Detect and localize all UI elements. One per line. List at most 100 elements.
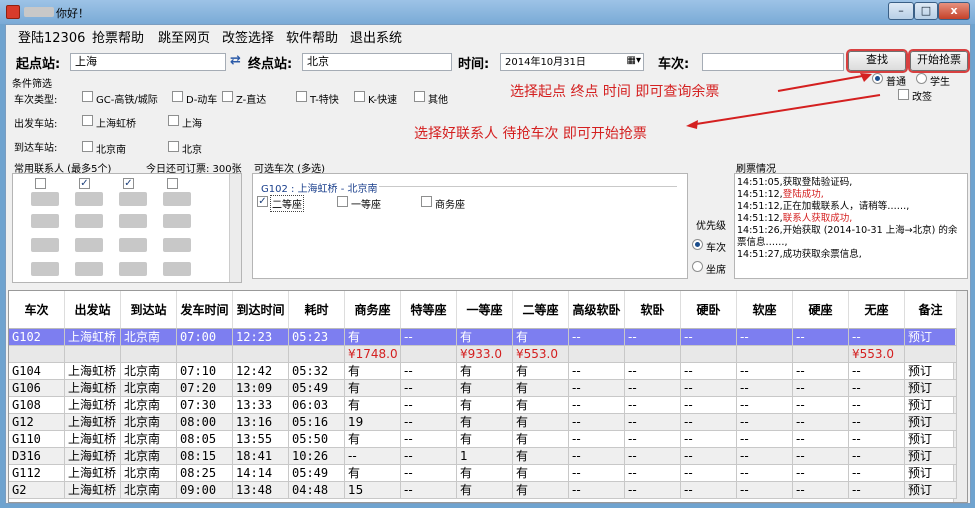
column-header[interactable]: 特等座: [401, 291, 457, 329]
student-radio[interactable]: [916, 73, 927, 84]
table-cell: 08:15: [177, 448, 233, 465]
table-cell: 10:26: [289, 448, 345, 465]
contact-name-blur: [75, 262, 103, 276]
column-header[interactable]: 软座: [737, 291, 793, 329]
table-row[interactable]: ¥1748.0 ¥933.0 ¥553.0 ¥553.0: [9, 346, 957, 363]
seat-business-label: 商务座: [435, 200, 465, 211]
contact-name-blur: [163, 262, 191, 276]
column-header[interactable]: 备注: [905, 291, 957, 329]
table-row[interactable]: G106 上海虹桥 北京南 07:20 13:09 05:49 有 -- 有有 -- -- -- -- -…: [9, 380, 957, 397]
table-row[interactable]: D316 上海虹桥 北京南 08:15 18:41 10:26 -- -- 1 有 -- -- -- --…: [9, 448, 957, 465]
table-row[interactable]: G102 上海虹桥 北京南 07:00 12:23 05:23 有 -- 有有 -- -- -- -- -…: [9, 329, 957, 346]
column-header[interactable]: 软卧: [625, 291, 681, 329]
table-cell: 有: [457, 482, 513, 499]
column-header[interactable]: 硬座: [793, 291, 849, 329]
column-header[interactable]: 到达时间: [233, 291, 289, 329]
type-t-checkbox[interactable]: [296, 91, 307, 102]
column-header[interactable]: 出发站: [65, 291, 121, 329]
priority-train-radio[interactable]: [692, 239, 703, 250]
table-cell: 07:10: [177, 363, 233, 380]
table-cell: 有: [513, 448, 569, 465]
table-cell: --: [625, 482, 681, 499]
table-cell: --: [849, 448, 905, 465]
table-cell: 北京南: [121, 363, 177, 380]
seat-second-checkbox[interactable]: ✓: [257, 196, 268, 207]
column-header[interactable]: 车次: [9, 291, 65, 329]
table-row[interactable]: G2 上海虹桥 北京南 09:00 13:48 04:48 15 -- 有有 -- -- -- -- --…: [9, 482, 957, 499]
table-cell: --: [737, 431, 793, 448]
table-cell: --: [849, 431, 905, 448]
type-other-checkbox[interactable]: [414, 91, 425, 102]
train-input[interactable]: [702, 53, 844, 71]
menu-goto-web[interactable]: 跳至网页: [158, 27, 210, 46]
log-panel: 14:51:05,获取登陆验证码, 14:51:12,登陆成功, 14:51:1…: [734, 173, 968, 279]
maximize-button[interactable]: □: [914, 2, 938, 20]
column-header[interactable]: 高级软卧: [569, 291, 625, 329]
type-gc-label: GC-高铁/城际: [96, 95, 158, 106]
table-cell: 有: [457, 363, 513, 380]
table-cell: --: [681, 380, 737, 397]
date-picker[interactable]: 2014年10月31日 ▦▾: [500, 53, 644, 71]
menu-login[interactable]: 登陆12306: [18, 27, 85, 46]
start-grab-button[interactable]: 开始抢票: [910, 51, 968, 71]
table-cell: --: [681, 329, 737, 346]
table-cell: 北京南: [121, 414, 177, 431]
table-cell: --: [401, 448, 457, 465]
table-cell: --: [737, 397, 793, 414]
table-row[interactable]: G104 上海虹桥 北京南 07:10 12:42 05:32 有 -- 有有 -- -- -- -- -…: [9, 363, 957, 380]
arrive-beijingnan-checkbox[interactable]: [82, 141, 93, 152]
menu-exit[interactable]: 退出系统: [350, 27, 402, 46]
column-header[interactable]: 商务座: [345, 291, 401, 329]
type-gc-checkbox[interactable]: [82, 91, 93, 102]
type-z-checkbox[interactable]: [222, 91, 233, 102]
minimize-button[interactable]: –: [888, 2, 914, 20]
table-cell: --: [793, 414, 849, 431]
table-cell: 13:48: [233, 482, 289, 499]
seat-first-checkbox[interactable]: [337, 196, 348, 207]
column-header[interactable]: 硬卧: [681, 291, 737, 329]
priority-title: 优先级: [696, 221, 726, 232]
priority-seat-radio[interactable]: [692, 261, 703, 272]
menu-change[interactable]: 改签选择: [222, 27, 274, 46]
arrive-beijing-checkbox[interactable]: [168, 141, 179, 152]
from-input[interactable]: 上海: [70, 53, 226, 71]
close-button[interactable]: x: [938, 2, 970, 20]
table-row[interactable]: G112 上海虹桥 北京南 08:25 14:14 05:49 有 -- 有有 -- -- -- -- -…: [9, 465, 957, 482]
table-row[interactable]: G110 上海虹桥 北京南 08:05 13:55 05:50 有 -- 有有 -- -- -- -- -…: [9, 431, 957, 448]
menu-help[interactable]: 抢票帮助: [92, 27, 144, 46]
query-button[interactable]: 查找: [848, 51, 906, 71]
column-header[interactable]: 二等座: [513, 291, 569, 329]
priority-seat-label: 坐席: [706, 265, 726, 276]
change-checkbox[interactable]: [898, 89, 909, 100]
table-cell: --: [569, 329, 625, 346]
swap-icon[interactable]: ⇄: [230, 53, 241, 68]
table-cell: --: [737, 448, 793, 465]
table-cell: 上海虹桥: [65, 465, 121, 482]
table-row[interactable]: G12 上海虹桥 北京南 08:00 13:16 05:16 19 -- 有有 -- -- -- -- -…: [9, 414, 957, 431]
column-header[interactable]: 到达站: [121, 291, 177, 329]
column-header[interactable]: 无座: [849, 291, 905, 329]
table-row[interactable]: G108 上海虹桥 北京南 07:30 13:33 06:03 有 -- 有有 -- -- -- -- -…: [9, 397, 957, 414]
depart-shanghai-checkbox[interactable]: [168, 115, 179, 126]
type-d-label: D-动车: [186, 95, 218, 106]
calendar-dropdown-icon[interactable]: ▦▾: [627, 55, 641, 67]
contact-checkbox[interactable]: ✓: [123, 178, 134, 189]
table-cell: --: [401, 397, 457, 414]
contact-checkbox[interactable]: ✓: [79, 178, 90, 189]
contact-name-blur: [119, 238, 147, 252]
contact-checkbox[interactable]: [35, 178, 46, 189]
column-header[interactable]: 发车时间: [177, 291, 233, 329]
depart-hongqiao-checkbox[interactable]: [82, 115, 93, 126]
contacts-scrollbar[interactable]: [229, 174, 241, 282]
column-header[interactable]: 耗时: [289, 291, 345, 329]
log-line: 14:51:12,正在加载联系人，请稍等……,: [737, 201, 910, 212]
table-cell: 预订: [905, 448, 957, 465]
menu-software-help[interactable]: 软件帮助: [286, 27, 338, 46]
table-cell: 有: [513, 482, 569, 499]
type-d-checkbox[interactable]: [172, 91, 183, 102]
column-header[interactable]: 一等座: [457, 291, 513, 329]
to-input[interactable]: 北京: [302, 53, 452, 71]
contact-checkbox[interactable]: [167, 178, 178, 189]
seat-business-checkbox[interactable]: [421, 196, 432, 207]
type-k-checkbox[interactable]: [354, 91, 365, 102]
